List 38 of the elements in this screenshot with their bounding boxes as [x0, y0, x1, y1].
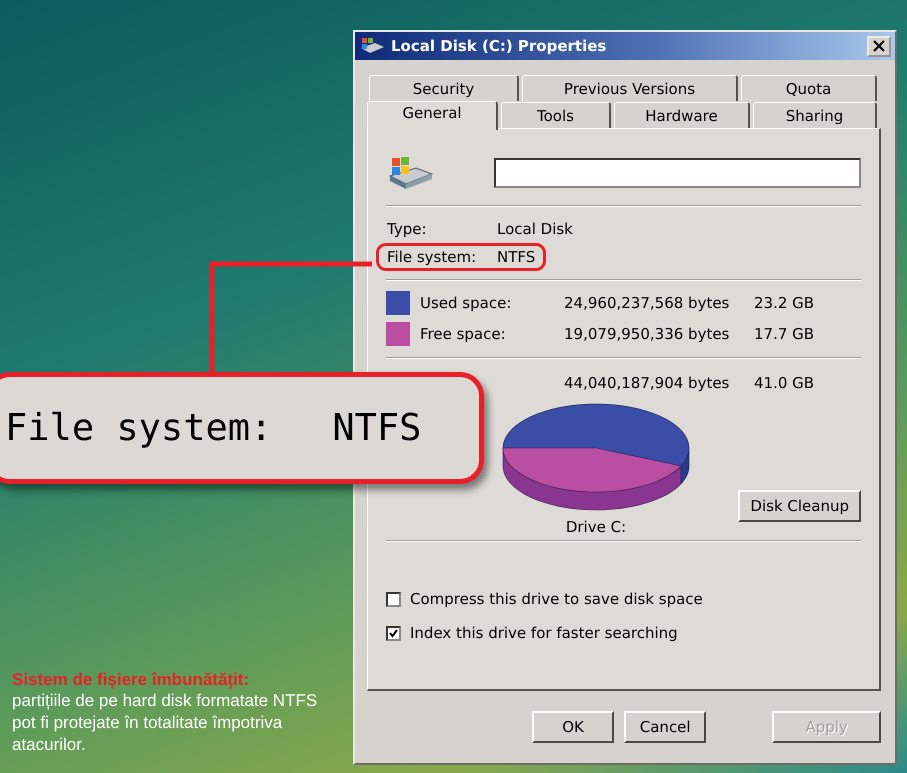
tab[interactable]: Sharing — [753, 102, 877, 128]
dialog-button[interactable]: OK — [532, 711, 614, 743]
checkbox[interactable] — [386, 592, 401, 606]
size-value: 23.2 GB — [754, 294, 814, 312]
byte-count: 19,079,950,336 bytes — [564, 324, 730, 342]
tab[interactable]: General — [367, 101, 498, 130]
field-value: Local Disk — [497, 220, 573, 238]
caption-heading: Sistem de fișiere îmbunătățit: — [12, 670, 250, 690]
disk-cleanup-button[interactable]: Disk Cleanup — [738, 490, 861, 522]
option-label: Compress this drive to save disk space — [410, 590, 703, 608]
tab[interactable]: Previous Versions — [522, 75, 738, 101]
tab[interactable]: Security — [369, 75, 519, 101]
drive-icon — [386, 156, 434, 190]
byte-count: 24,960,237,568 bytes — [564, 294, 730, 312]
tab[interactable]: Quota — [741, 75, 877, 101]
drive-icon — [359, 37, 385, 55]
tab[interactable]: Hardware — [614, 102, 750, 128]
field-value: NTFS — [497, 248, 536, 266]
option-label: Index this drive for faster searching — [410, 624, 678, 642]
callout-label: File system: — [5, 405, 272, 451]
drive-name-field[interactable] — [494, 158, 861, 188]
drive-label: Drive C: — [566, 518, 626, 536]
callout-value: NTFS — [332, 405, 422, 451]
check-icon — [389, 628, 398, 638]
legend-label: Free space: — [420, 324, 507, 342]
tab[interactable]: Tools — [501, 102, 611, 128]
close-button[interactable] — [867, 36, 891, 56]
size-value: 17.7 GB — [754, 324, 814, 342]
window-title: Local Disk (C:) Properties — [391, 37, 608, 55]
byte-count: 44,040,187,904 bytes — [564, 374, 730, 392]
field-label: File system: — [387, 248, 478, 266]
checkbox[interactable] — [386, 626, 401, 640]
close-icon — [873, 40, 885, 52]
caption-text: partițiile de pe hard disk formatate NTFS pot fi protejate în totalitate împotriva atacurilor. — [12, 690, 318, 756]
size-value: 41.0 GB — [754, 374, 814, 392]
legend-label: Used space: — [420, 294, 512, 312]
field-label: Type: — [387, 220, 428, 238]
dialog-button[interactable]: Cancel — [624, 711, 706, 743]
